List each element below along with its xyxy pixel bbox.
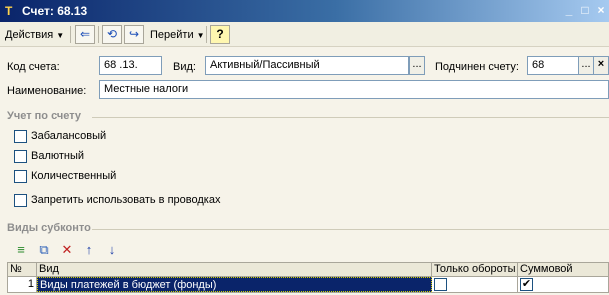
row-sum-cell: ✔ — [518, 277, 608, 292]
row-kind-cell[interactable]: Виды платежей в бюджет (фонды) — [37, 277, 432, 292]
name-field[interactable]: Местные налоги — [99, 80, 609, 99]
actions-menu-button[interactable]: Действия ▼ — [5, 26, 64, 44]
table-header: № Вид Только обороты Суммовой — [7, 262, 609, 277]
code-field[interactable]: 68 .13. — [99, 56, 162, 75]
column-header-num[interactable]: № — [8, 263, 37, 276]
dropdown-arrow-icon: ▼ — [196, 31, 205, 40]
forbid-postings-label: Запретить использовать в проводках — [31, 194, 221, 206]
toolbar: Действия ▼ ⇐ ⟲ ↪ Перейти ▼ ? — [0, 22, 609, 47]
dropdown-arrow-icon: ▼ — [56, 31, 65, 40]
parent-label: Подчинен счету: — [435, 61, 519, 73]
close-button[interactable]: × — [592, 3, 609, 19]
goto-menu-button[interactable]: Перейти ▼ — [150, 26, 205, 44]
app-icon: T — [5, 4, 13, 18]
sum-checkbox[interactable]: ✔ — [520, 278, 533, 291]
kind-field[interactable]: Активный/Пассивный — [205, 56, 409, 75]
parent-field[interactable]: 68 — [527, 56, 579, 75]
quantity-label: Количественный — [31, 170, 117, 182]
refresh-icon[interactable]: ⟲ — [102, 25, 122, 44]
copy-row-icon[interactable]: ⧉ — [35, 241, 53, 259]
quantity-checkbox[interactable] — [14, 170, 27, 183]
back-arrow-icon[interactable]: ⇐ — [75, 25, 95, 44]
title-bar: T Счет: 68.13 _ □ × — [0, 0, 609, 22]
toolbar-separator — [206, 26, 207, 43]
move-down-icon[interactable]: ↓ — [103, 241, 121, 259]
accounting-section-title: Учет по счету — [7, 110, 82, 122]
section-divider — [92, 117, 609, 118]
column-header-sum[interactable]: Суммовой — [518, 263, 608, 276]
toolbar-separator — [98, 26, 99, 43]
delete-row-icon[interactable]: ✕ — [58, 241, 76, 259]
currency-checkbox[interactable] — [14, 150, 27, 163]
parent-clear-button[interactable]: × — [593, 56, 609, 75]
row-turnover-only-cell — [432, 277, 518, 292]
turnover-only-checkbox[interactable] — [434, 278, 447, 291]
move-up-icon[interactable]: ↑ — [80, 241, 98, 259]
navigate-icon[interactable]: ↪ — [124, 25, 144, 44]
parent-select-button[interactable]: ... — [578, 56, 594, 75]
actions-menu-label: Действия — [5, 29, 54, 41]
window-title: Счет: 68.13 — [22, 4, 88, 18]
section-divider — [92, 229, 609, 230]
help-button[interactable]: ? — [210, 25, 230, 44]
subconto-section-title: Виды субконто — [7, 222, 91, 234]
code-label: Код счета: — [7, 61, 60, 73]
goto-menu-label: Перейти — [150, 29, 194, 41]
forbid-postings-checkbox[interactable] — [14, 194, 27, 207]
currency-label: Валютный — [31, 150, 85, 162]
name-label: Наименование: — [7, 85, 87, 97]
add-row-icon[interactable]: ≡ — [12, 241, 30, 259]
row-number: 1 — [8, 277, 37, 292]
kind-select-button[interactable]: ... — [409, 56, 425, 75]
column-header-kind[interactable]: Вид — [37, 263, 432, 276]
table-row[interactable]: 1 Виды платежей в бюджет (фонды) ✔ — [7, 277, 609, 293]
toolbar-separator — [70, 26, 71, 43]
offbalance-label: Забалансовый — [31, 130, 107, 142]
column-header-turnover-only[interactable]: Только обороты — [432, 263, 518, 276]
offbalance-checkbox[interactable] — [14, 130, 27, 143]
kind-label: Вид: — [173, 61, 196, 73]
